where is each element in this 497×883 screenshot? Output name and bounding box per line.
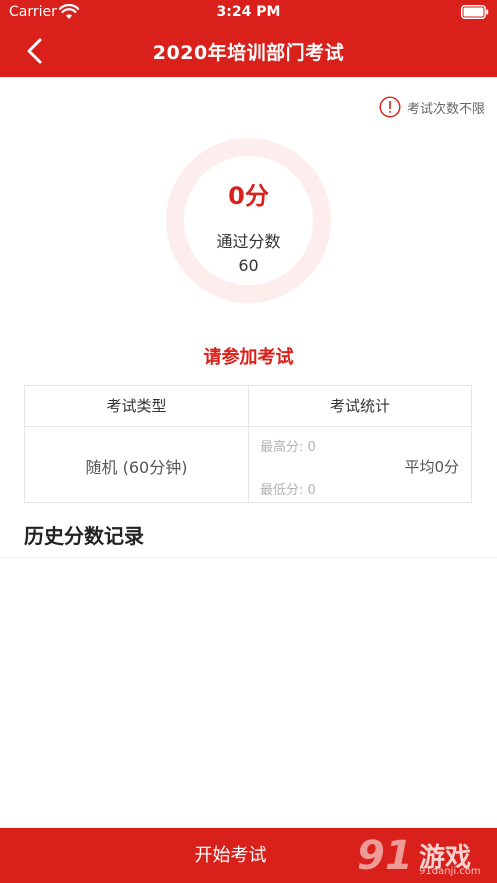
score-ring <box>166 138 331 303</box>
max-score: 最高分: 0 <box>260 440 316 455</box>
join-exam-prompt: 请参加考试 <box>203 347 294 368</box>
history-section-title: 历史分数记录 <box>24 524 144 548</box>
exam-type-value: 随机 (60分钟) <box>85 458 188 477</box>
pass-score-value: 60 <box>238 256 259 275</box>
exclamation-circle-icon <box>379 96 401 118</box>
exam-stats-header: 考试统计 <box>329 397 390 415</box>
min-score: 最低分: 0 <box>260 483 316 498</box>
start-exam-label: 开始考试 <box>194 845 267 866</box>
status-time: 3:24 PM <box>216 4 281 20</box>
watermark-number: 91 <box>357 833 413 879</box>
attempts-label: 考试次数不限 <box>406 101 485 117</box>
watermark-logo: 91 游戏 91danji.com <box>357 833 493 881</box>
exam-info-table: 考试类型 考试统计 随机 (60分钟) 最高分: 0 最低分: 0 平均0分 <box>24 385 472 503</box>
average-score: 平均0分 <box>404 458 459 476</box>
app-header: Carrier 3:24 PM 2020年培训部门考试 <box>0 0 497 77</box>
current-score: 0分 <box>228 182 269 210</box>
pass-score-label: 通过分数 <box>216 232 281 251</box>
page-title: 2020年培训部门考试 <box>152 42 345 64</box>
battery-icon <box>461 5 489 19</box>
history-divider <box>0 557 497 558</box>
watermark-url: 91danji.com <box>419 866 481 877</box>
table-row-divider <box>25 426 471 427</box>
attempts-info: 考试次数不限 <box>379 96 485 118</box>
exam-type-header: 考试类型 <box>106 397 167 415</box>
status-bar: Carrier 3:24 PM <box>0 0 497 26</box>
